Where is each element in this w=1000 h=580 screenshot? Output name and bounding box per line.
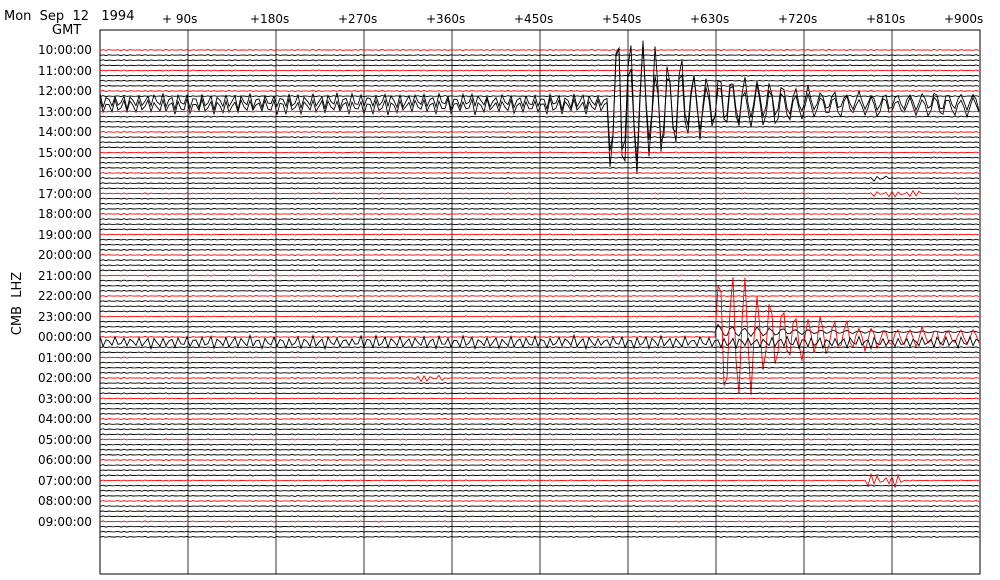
- seismic-trace: [99, 392, 980, 395]
- seismic-trace: [99, 397, 980, 400]
- seismic-trace: [99, 356, 980, 359]
- seismic-trace: [99, 535, 980, 538]
- seismic-trace: [99, 499, 980, 503]
- seismic-trace: [99, 253, 980, 257]
- seismic-trace: [99, 166, 980, 169]
- seismic-trace: [99, 259, 980, 262]
- seismic-trace: [99, 412, 980, 415]
- seismic-trace: [99, 233, 980, 236]
- seismic-trace: [99, 443, 980, 446]
- seismic-trace: [99, 115, 980, 118]
- seismic-trace: [99, 525, 980, 528]
- seismic-trace: [99, 374, 980, 383]
- seismic-trace: [99, 156, 980, 159]
- seismic-trace: [99, 520, 980, 523]
- seismic-trace: [99, 484, 980, 487]
- seismic-trace: [99, 130, 980, 134]
- seismic-trace: [99, 79, 980, 82]
- seismic-trace: [99, 279, 980, 282]
- seismic-trace: [99, 74, 980, 77]
- seismic-trace: [99, 505, 980, 508]
- seismic-trace: [99, 530, 980, 533]
- seismic-trace: [99, 323, 980, 338]
- seismic-trace: [99, 274, 980, 277]
- seismic-trace: [99, 84, 980, 87]
- seismic-trace: [99, 202, 980, 205]
- seismic-trace: [99, 207, 980, 210]
- seismic-trace: [99, 494, 980, 497]
- seismic-trace: [99, 243, 980, 246]
- seismic-trace: [99, 387, 980, 390]
- seismic-trace: [99, 458, 980, 462]
- seismic-trace: [99, 469, 980, 472]
- seismic-trace: [99, 223, 980, 226]
- seismic-trace: [99, 44, 980, 161]
- seismic-trace: [99, 277, 980, 396]
- seismic-trace: [99, 417, 980, 421]
- seismic-trace: [99, 228, 980, 231]
- seismic-trace: [99, 489, 980, 492]
- seismic-trace: [99, 325, 980, 328]
- seismic-trace: [99, 120, 980, 123]
- seismic-trace: [99, 69, 980, 72]
- seismic-trace: [99, 54, 980, 57]
- seismic-trace: [99, 351, 980, 354]
- seismic-trace: [99, 125, 980, 128]
- seismic-trace: [99, 433, 980, 436]
- seismic-trace: [99, 289, 980, 292]
- seismic-trace: [99, 238, 980, 241]
- seismic-trace: [99, 428, 980, 431]
- seismic-trace: [99, 284, 980, 287]
- seismic-trace: [99, 382, 980, 385]
- seismic-trace: [99, 269, 980, 272]
- seismic-trace: [99, 366, 980, 369]
- seismic-trace: [99, 423, 980, 426]
- seismic-trace: [99, 189, 980, 198]
- seismic-trace: [99, 151, 980, 154]
- seismic-trace: [99, 305, 980, 308]
- seismic-trace: [99, 248, 980, 251]
- seismic-trace: [99, 197, 980, 200]
- seismic-trace: [99, 448, 980, 451]
- seismic-trace: [99, 464, 980, 467]
- seismic-trace: [99, 453, 980, 456]
- seismic-trace: [99, 371, 980, 374]
- seismic-trace: [99, 300, 980, 303]
- seismic-trace: [99, 182, 980, 185]
- seismogram-chart: Mon Sep 12 1994 GMT + 90s +180s +270s +360s…: [0, 0, 1000, 580]
- seismic-trace: [99, 310, 980, 313]
- seismic-trace: [99, 264, 980, 267]
- seismic-trace: [99, 294, 980, 298]
- seismic-trace: [99, 187, 980, 190]
- seismic-trace: [99, 141, 980, 144]
- seismic-trace: [99, 89, 980, 93]
- seismic-trace: [99, 212, 980, 216]
- seismic-trace: [99, 161, 980, 164]
- seismic-trace: [99, 515, 980, 518]
- seismic-trace: [99, 474, 980, 477]
- seismic-trace: [99, 175, 980, 182]
- seismic-trace: [99, 510, 980, 513]
- seismic-trace: [99, 59, 980, 62]
- seismic-trace: [99, 136, 980, 139]
- seismic-trace: [99, 361, 980, 364]
- seismic-trace: [99, 64, 980, 67]
- seismic-trace: [99, 146, 980, 149]
- seismic-trace: [99, 110, 980, 113]
- plot-area: [99, 29, 981, 575]
- seismic-trace: [99, 48, 980, 52]
- seismic-trace: [99, 171, 980, 175]
- seismic-trace: [99, 438, 980, 441]
- seismic-trace: [99, 315, 980, 318]
- seismic-trace: [99, 407, 980, 410]
- seismic-trace: [99, 218, 980, 221]
- seismic-trace: [99, 402, 980, 405]
